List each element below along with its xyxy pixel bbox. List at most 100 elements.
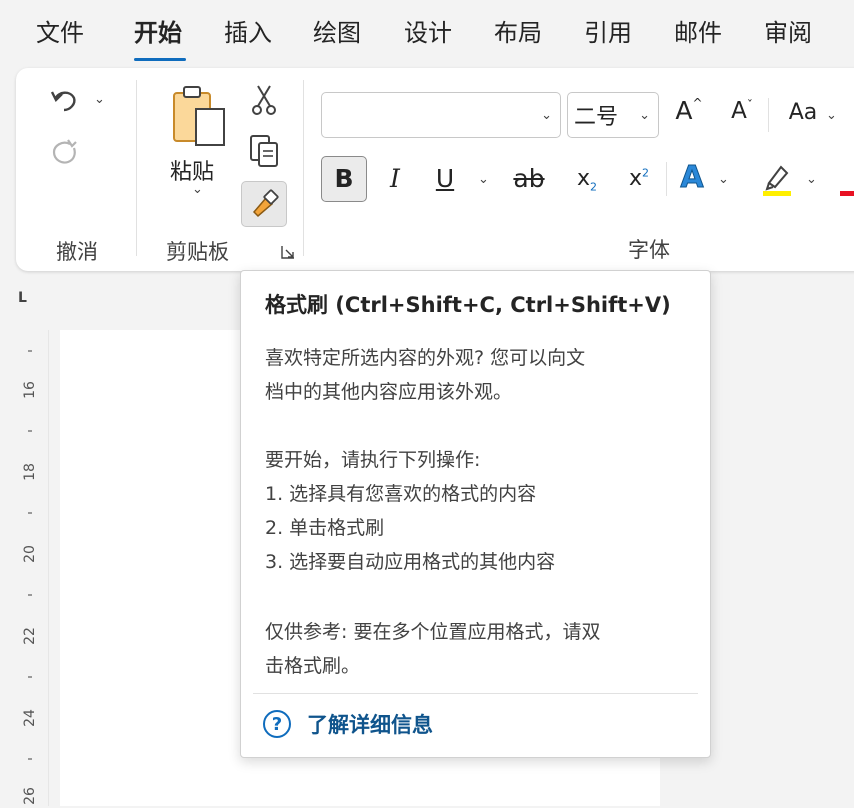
tooltip-text: 档中的其他内容应用该外观。 — [265, 381, 513, 403]
tab-home[interactable]: 开始 — [134, 18, 182, 48]
tab-mailings[interactable]: 邮件 — [674, 18, 722, 48]
tab-review[interactable]: 审阅 — [764, 18, 812, 48]
clipboard-icon — [173, 86, 225, 146]
format-painter-button[interactable] — [241, 181, 287, 227]
ruler-tick — [28, 594, 32, 596]
ruler-number: 16 — [22, 381, 38, 399]
ruler-corner[interactable]: L — [18, 290, 27, 306]
undo-group-label: 撤消 — [56, 240, 98, 264]
undo-button[interactable] — [46, 82, 82, 118]
font-name-select[interactable]: ⌄ — [321, 92, 561, 138]
active-tab-indicator — [134, 58, 186, 61]
paste-button[interactable] — [166, 82, 230, 152]
bold-button[interactable]: B — [321, 156, 367, 202]
vertical-ruler: 16 18 20 22 24 26 — [0, 330, 49, 806]
strikethrough-button[interactable]: ab — [510, 164, 548, 193]
undo-dropdown-icon[interactable]: ⌄ — [94, 92, 105, 107]
undo-icon — [50, 91, 76, 112]
strikethrough-label: ab — [513, 164, 545, 193]
subscript-button[interactable]: x2 — [572, 166, 602, 193]
grow-font-label: A — [675, 96, 693, 125]
font-color-icon — [840, 191, 854, 196]
bold-label: B — [334, 164, 354, 193]
font-group-label: 字体 — [628, 238, 670, 262]
tooltip-divider — [253, 693, 698, 694]
change-case-dropdown-icon[interactable]: ⌄ — [826, 108, 837, 123]
tab-draw[interactable]: 绘图 — [313, 18, 361, 48]
toolbar-separator — [768, 98, 769, 132]
format-painter-icon — [252, 189, 279, 218]
scissors-icon — [252, 85, 276, 115]
help-icon: ? — [263, 710, 291, 738]
grow-font-button[interactable]: A^ — [671, 96, 707, 125]
tab-layout[interactable]: 布局 — [494, 18, 542, 48]
tooltip-text: 仅供参考: 要在多个位置应用格式，请双 — [265, 621, 601, 643]
underline-dropdown-icon[interactable]: ⌄ — [478, 172, 489, 187]
font-color-button[interactable] — [836, 160, 854, 198]
subscript-base: x — [576, 166, 591, 191]
tooltip-text: 喜欢特定所选内容的外观? 您可以向文 — [265, 347, 586, 369]
ruler-tick — [28, 512, 32, 514]
superscript-sup: 2 — [642, 166, 650, 180]
ruler-number: 26 — [22, 787, 38, 805]
ruler-tick — [28, 430, 32, 432]
cut-button[interactable] — [246, 82, 282, 118]
group-separator — [303, 80, 304, 256]
font-size-select[interactable]: 二号 ⌄ — [567, 92, 659, 138]
highlight-dropdown-icon[interactable]: ⌄ — [806, 172, 817, 187]
tooltip-step: 2. 单击格式刷 — [265, 517, 385, 539]
tooltip-title: 格式刷 (Ctrl+Shift+C, Ctrl+Shift+V) — [265, 293, 671, 317]
tooltip-text: 要开始，请执行下列操作: — [265, 449, 481, 471]
learn-more-link[interactable]: ? 了解详细信息 — [263, 709, 433, 739]
tab-insert[interactable]: 插入 — [224, 18, 272, 48]
chevron-down-icon: ⌄ — [541, 107, 552, 123]
clipboard-launcher-button[interactable] — [280, 244, 296, 260]
ruler-tick — [28, 350, 32, 352]
toolbar-separator — [666, 162, 667, 196]
highlighter-icon — [763, 165, 791, 196]
shrink-font-label: A — [731, 98, 747, 124]
caret-up-icon: ^ — [692, 96, 703, 110]
tab-file[interactable]: 文件 — [36, 18, 84, 48]
redo-icon — [52, 139, 77, 164]
subscript-sub: 2 — [590, 180, 598, 194]
paste-dropdown-icon[interactable]: ⌄ — [192, 182, 203, 197]
text-effects-button[interactable]: A — [674, 160, 710, 196]
text-effects-label: A — [680, 160, 704, 196]
highlight-button[interactable] — [760, 160, 794, 198]
tab-design[interactable]: 设计 — [404, 18, 452, 48]
text-effects-dropdown-icon[interactable]: ⌄ — [718, 172, 729, 187]
italic-button[interactable]: I — [380, 164, 410, 193]
font-size-value: 二号 — [574, 105, 619, 130]
group-separator — [136, 80, 137, 256]
change-case-button[interactable]: Aa — [780, 100, 826, 125]
change-case-label: Aa — [788, 100, 818, 125]
underline-button[interactable]: U — [430, 164, 460, 193]
tab-references[interactable]: 引用 — [584, 18, 632, 48]
italic-label: I — [390, 164, 400, 193]
tooltip-step: 1. 选择具有您喜欢的格式的内容 — [265, 483, 537, 505]
redo-button — [46, 134, 82, 170]
tooltip-step: 3. 选择要自动应用格式的其他内容 — [265, 551, 556, 573]
ribbon: ⌄ 撤消 粘贴 ⌄ 剪贴板 ⌄ 二号 ⌄ A^ Aˇ Aa ⌄ B I U ⌄ … — [16, 68, 854, 271]
superscript-button[interactable]: x2 — [624, 166, 654, 191]
tooltip-text: 击格式刷。 — [265, 655, 361, 677]
learn-more-label: 了解详细信息 — [307, 713, 433, 737]
copy-button[interactable] — [246, 132, 282, 170]
clipboard-group-label: 剪贴板 — [166, 240, 229, 264]
shrink-font-button[interactable]: Aˇ — [724, 98, 760, 124]
format-painter-tooltip: 格式刷 (Ctrl+Shift+C, Ctrl+Shift+V) 喜欢特定所选内… — [240, 270, 711, 758]
dialog-launcher-icon — [281, 246, 294, 259]
underline-label: U — [435, 164, 455, 193]
copy-icon — [250, 135, 278, 167]
superscript-base: x — [628, 166, 643, 191]
ruler-number: 20 — [22, 545, 38, 563]
ruler-tick — [28, 758, 32, 760]
ruler-tick — [28, 676, 32, 678]
chevron-down-icon: ⌄ — [639, 107, 650, 123]
ruler-number: 24 — [22, 709, 38, 727]
ribbon-tabs: 文件 开始 插入 绘图 设计 布局 引用 邮件 审阅 — [0, 0, 854, 68]
ruler-number: 22 — [22, 627, 38, 645]
caret-down-icon: ˇ — [746, 98, 753, 112]
ruler-number: 18 — [22, 463, 38, 481]
